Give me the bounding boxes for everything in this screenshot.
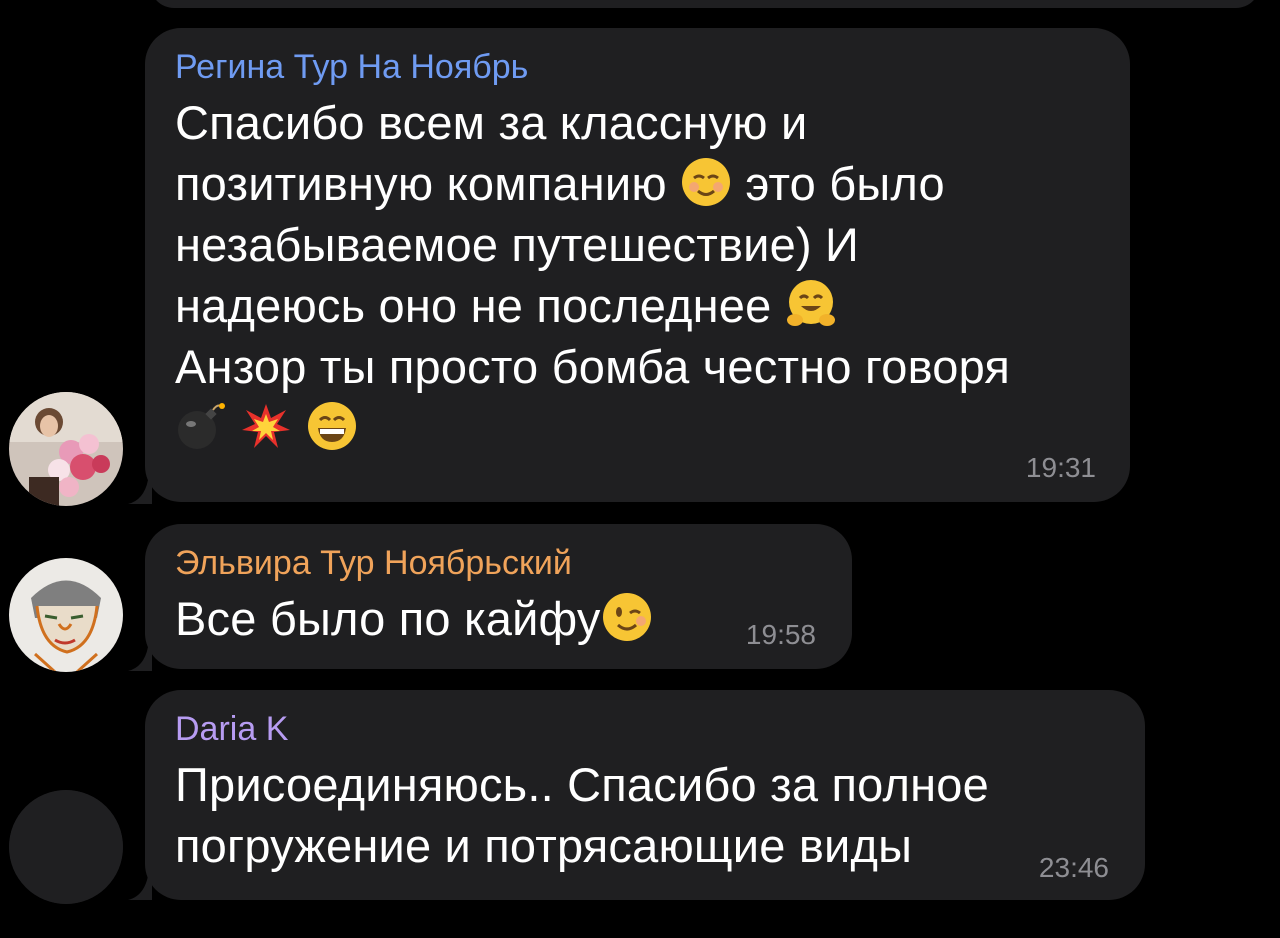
message-line xyxy=(175,397,1096,458)
message-line: Спасибо всем за классную и xyxy=(175,96,808,149)
previous-message-bubble xyxy=(150,0,1260,8)
bomb-emoji-icon xyxy=(178,403,225,449)
message-time: 19:31 xyxy=(1025,452,1096,483)
avatar[interactable] xyxy=(9,558,123,672)
message-time: 23:46 xyxy=(1038,852,1109,883)
hugging-face-emoji-icon xyxy=(786,280,835,326)
bubble-tail xyxy=(128,480,152,504)
sender-name[interactable]: Регина Тур На Ноябрь xyxy=(175,46,1096,88)
avatar[interactable] xyxy=(9,790,123,904)
sender-name[interactable]: Daria K xyxy=(175,708,1111,750)
empty-avatar-icon xyxy=(9,790,123,904)
message-text: Спасибо всем за классную и позитивную ко… xyxy=(175,92,1096,458)
sender-name[interactable]: Эльвира Тур Ноябрьский xyxy=(175,542,818,584)
photo-flowers-avatar-icon xyxy=(9,392,123,506)
message-bubble-daria[interactable]: Daria K Присоединяюсь.. Спасибо за полно… xyxy=(145,690,1145,900)
message-bubble-elvira[interactable]: Эльвира Тур Ноябрьский Все было по кайфу… xyxy=(145,524,852,669)
message-line: Присоединяюсь.. Спасибо за полное xyxy=(175,758,989,811)
message-line: позитивную компанию это было xyxy=(175,157,945,210)
bubble-tail xyxy=(128,876,152,900)
message-text: Присоединяюсь.. Спасибо за полное погруж… xyxy=(175,754,1111,876)
drawing-portrait-avatar-icon xyxy=(9,558,123,672)
smiling-relieved-emoji-icon xyxy=(682,158,731,206)
winking-face-emoji-icon xyxy=(602,593,651,641)
collision-emoji-icon xyxy=(242,404,291,448)
message-bubble-regina[interactable]: Регина Тур На Ноябрь Спасибо всем за кла… xyxy=(145,28,1130,502)
avatar[interactable] xyxy=(9,392,123,506)
grinning-face-emoji-icon xyxy=(307,402,356,450)
message-line: надеюсь оно не последнее xyxy=(175,275,1096,336)
message-text: Все было по кайфу xyxy=(175,588,818,649)
message-line: погружение и потрясающие виды xyxy=(175,819,913,872)
message-line: Анзор ты просто бомба честно говоря xyxy=(175,340,1011,393)
bubble-tail xyxy=(128,647,152,671)
message-time: 19:58 xyxy=(745,619,816,650)
message-line: незабываемое путешествие) И xyxy=(175,218,860,271)
